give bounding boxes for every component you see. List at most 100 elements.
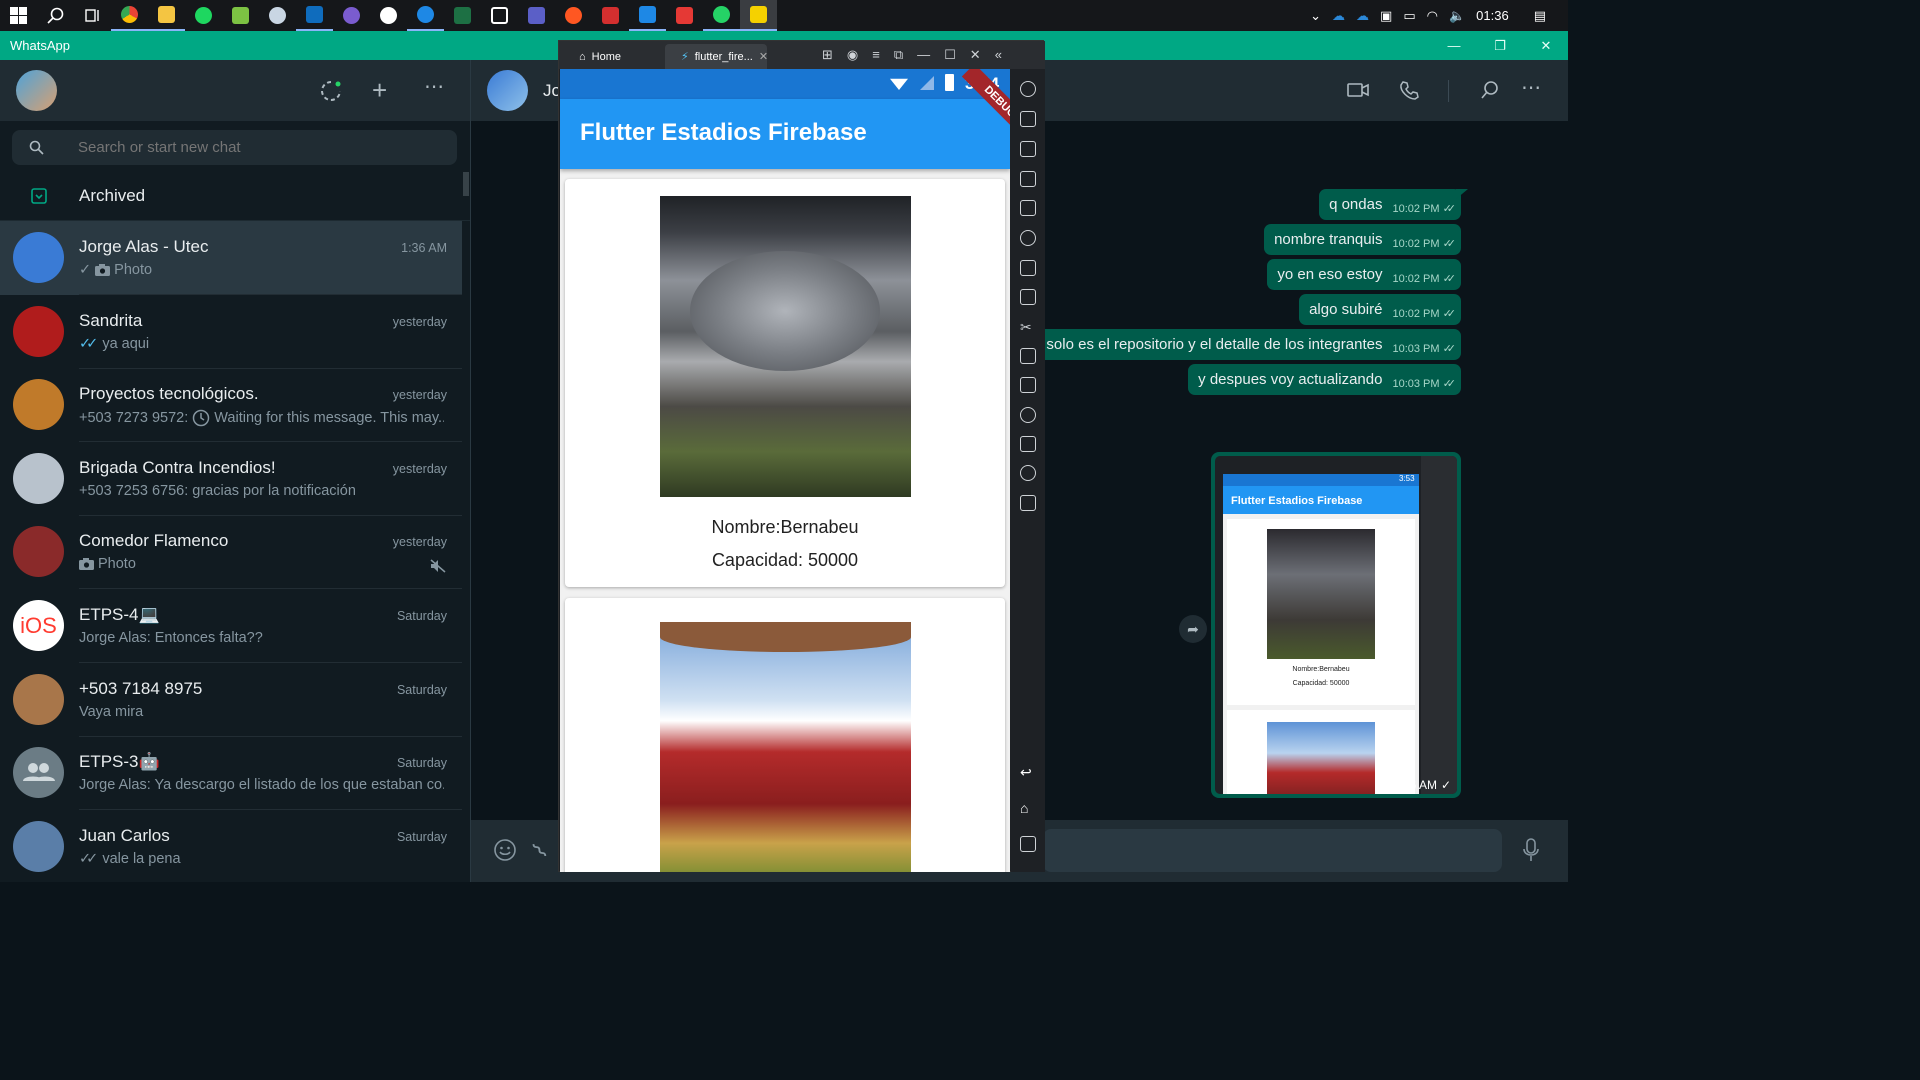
keyboard-icon[interactable] bbox=[1020, 111, 1036, 127]
app-icon[interactable] bbox=[740, 0, 777, 31]
chat-row[interactable]: Juan Carlos Saturday ✓✓ vale la pena bbox=[0, 810, 462, 873]
status-icon[interactable] bbox=[320, 80, 342, 102]
wifi-icon[interactable]: ◠ bbox=[1427, 8, 1438, 24]
chat-row[interactable]: Jorge Alas - Utec 1:36 AM ✓ Photo bbox=[0, 221, 462, 295]
screenshot-icon[interactable] bbox=[1020, 200, 1036, 216]
close-button[interactable]: ✕ bbox=[1523, 31, 1569, 60]
account-icon[interactable]: ◉ bbox=[847, 47, 858, 63]
chat-row[interactable]: iOS ETPS-4💻 Saturday Jorge Alas: Entonces f… bbox=[0, 589, 462, 663]
stadium-card[interactable]: Nombre:Bernabeu Capacidad: 50000 bbox=[565, 179, 1005, 587]
install-icon[interactable] bbox=[1020, 260, 1036, 276]
message-meta: 10:02 PM ✓✓ bbox=[1392, 202, 1456, 216]
search-icon[interactable] bbox=[1480, 80, 1500, 100]
message-input[interactable] bbox=[1043, 829, 1502, 872]
onedrive-icon[interactable]: ☁ bbox=[1356, 8, 1369, 24]
sync-icon[interactable] bbox=[1020, 377, 1036, 393]
notifications-icon[interactable]: ▤ bbox=[1534, 8, 1546, 24]
chat-row[interactable]: ETPS-3🤖 Saturday Jorge Alas: Ya descargo e… bbox=[0, 736, 462, 811]
contact-avatar[interactable] bbox=[487, 70, 528, 111]
figma-icon[interactable] bbox=[481, 0, 518, 31]
chat-row[interactable]: Brigada Contra Incendios! yesterday +503 7… bbox=[0, 442, 462, 516]
start-button[interactable] bbox=[0, 0, 37, 31]
outgoing-message[interactable]: nombre tranquis 10:02 PM ✓✓ bbox=[1264, 224, 1461, 255]
attach-icon[interactable]: ⌇ bbox=[527, 838, 553, 864]
home-icon[interactable]: ⌂ bbox=[1020, 800, 1036, 816]
app-icon[interactable] bbox=[333, 0, 370, 31]
microphone-icon[interactable] bbox=[1523, 838, 1539, 862]
outlook-icon[interactable] bbox=[296, 0, 333, 31]
shake-icon[interactable] bbox=[1020, 407, 1036, 423]
forward-icon[interactable]: ➦ bbox=[1179, 615, 1207, 643]
tab-close-icon[interactable]: ✕ bbox=[759, 50, 768, 63]
folder-icon[interactable] bbox=[1020, 436, 1036, 452]
battery-icon[interactable]: ▭ bbox=[1403, 8, 1415, 24]
outgoing-message[interactable]: algo subiré 10:02 PM ✓✓ bbox=[1299, 294, 1461, 325]
back-icon[interactable]: ↩ bbox=[1020, 764, 1036, 780]
chat-preview: Jorge Alas: Ya descargo el listado de lo… bbox=[79, 777, 444, 793]
my-avatar[interactable] bbox=[16, 70, 57, 111]
chat-row[interactable]: Sandrita yesterday ✓✓ ya aqui bbox=[0, 295, 462, 369]
archived-row[interactable]: Archived bbox=[0, 171, 470, 221]
volume-down-icon[interactable] bbox=[1020, 171, 1036, 187]
app-tray-icon[interactable]: ▣ bbox=[1380, 8, 1392, 24]
tab-app[interactable]: ⚡ flutter_fire... ✕ bbox=[665, 44, 768, 69]
menu-icon[interactable]: ⋯ bbox=[1521, 75, 1541, 100]
chat-row[interactable]: Comedor Flamenco yesterday Photo bbox=[0, 515, 462, 590]
location-icon[interactable] bbox=[1020, 465, 1036, 481]
app-icon[interactable] bbox=[259, 0, 296, 31]
tab-home[interactable]: ⌂ Home bbox=[563, 44, 663, 69]
scrollbar-thumb[interactable] bbox=[463, 172, 469, 196]
notepad-icon[interactable] bbox=[222, 0, 259, 31]
gamepad-icon[interactable]: ⊞ bbox=[822, 47, 833, 63]
settings-icon[interactable] bbox=[1020, 81, 1036, 97]
video-call-icon[interactable] bbox=[1347, 82, 1369, 98]
app-icon[interactable] bbox=[555, 0, 592, 31]
outgoing-message[interactable]: yo en eso estoy 10:02 PM ✓✓ bbox=[1267, 259, 1461, 290]
file-explorer-icon[interactable] bbox=[148, 0, 185, 31]
chrome-icon[interactable] bbox=[111, 0, 148, 31]
search-icon[interactable] bbox=[37, 0, 74, 31]
maximize-icon[interactable]: ☐ bbox=[944, 47, 956, 63]
app-icon[interactable] bbox=[370, 0, 407, 31]
app-icon[interactable] bbox=[407, 0, 444, 31]
close-icon[interactable]: ✕ bbox=[970, 47, 981, 63]
maximize-button[interactable]: ❐ bbox=[1477, 31, 1523, 60]
teams-icon[interactable] bbox=[518, 0, 555, 31]
rotate-icon[interactable] bbox=[1020, 230, 1036, 246]
emoji-icon[interactable] bbox=[493, 838, 517, 862]
excel-icon[interactable] bbox=[444, 0, 481, 31]
collapse-icon[interactable]: « bbox=[995, 47, 1002, 63]
whatsapp-icon[interactable] bbox=[703, 0, 740, 31]
volume-up-icon[interactable] bbox=[1020, 141, 1036, 157]
stadium-card[interactable] bbox=[565, 598, 1005, 872]
menu-icon[interactable]: ⋯ bbox=[424, 74, 444, 99]
task-view-icon[interactable] bbox=[74, 0, 111, 31]
apk-icon[interactable] bbox=[1020, 289, 1036, 305]
chat-row[interactable]: Proyectos tecnológicos. yesterday +503 727… bbox=[0, 368, 462, 443]
app-icon[interactable] bbox=[666, 0, 703, 31]
outgoing-message[interactable]: q ondas 10:02 PM ✓✓ bbox=[1319, 189, 1468, 220]
app-icon[interactable] bbox=[592, 0, 629, 31]
outgoing-message[interactable]: o solo es el repositorio y el detalle de… bbox=[1023, 329, 1461, 360]
image-message[interactable]: 3:53 Flutter Estadios Firebase Nombre:Be… bbox=[1211, 452, 1461, 798]
chat-row[interactable]: +503 7184 8975 Saturday Vaya mira bbox=[0, 663, 462, 737]
chevron-up-icon[interactable]: ⌄ bbox=[1310, 8, 1321, 24]
outgoing-message[interactable]: y despues voy actualizando 10:03 PM ✓✓ bbox=[1188, 364, 1461, 395]
onedrive-icon[interactable]: ☁ bbox=[1332, 8, 1345, 24]
record-icon[interactable] bbox=[1020, 348, 1036, 364]
spotify-icon[interactable] bbox=[185, 0, 222, 31]
new-chat-icon[interactable]: + bbox=[372, 77, 387, 103]
minimize-icon[interactable]: — bbox=[917, 47, 930, 63]
clock[interactable]: 01:36 bbox=[1476, 8, 1509, 23]
voice-call-icon[interactable] bbox=[1399, 80, 1419, 100]
recents-icon[interactable] bbox=[1020, 836, 1036, 852]
vibrate-icon[interactable] bbox=[1020, 495, 1036, 511]
restore-icon[interactable]: ⧉ bbox=[894, 47, 903, 63]
menu-icon[interactable]: ≡ bbox=[872, 47, 880, 63]
minimize-button[interactable]: — bbox=[1431, 31, 1477, 60]
search-input[interactable] bbox=[78, 130, 438, 165]
vscode-icon[interactable] bbox=[629, 0, 666, 31]
screenshot-thumbnail[interactable]: 3:53 Flutter Estadios Firebase Nombre:Be… bbox=[1215, 456, 1457, 794]
volume-icon[interactable]: 🔈 bbox=[1449, 8, 1465, 24]
scissors-icon[interactable]: ✂ bbox=[1020, 319, 1036, 335]
